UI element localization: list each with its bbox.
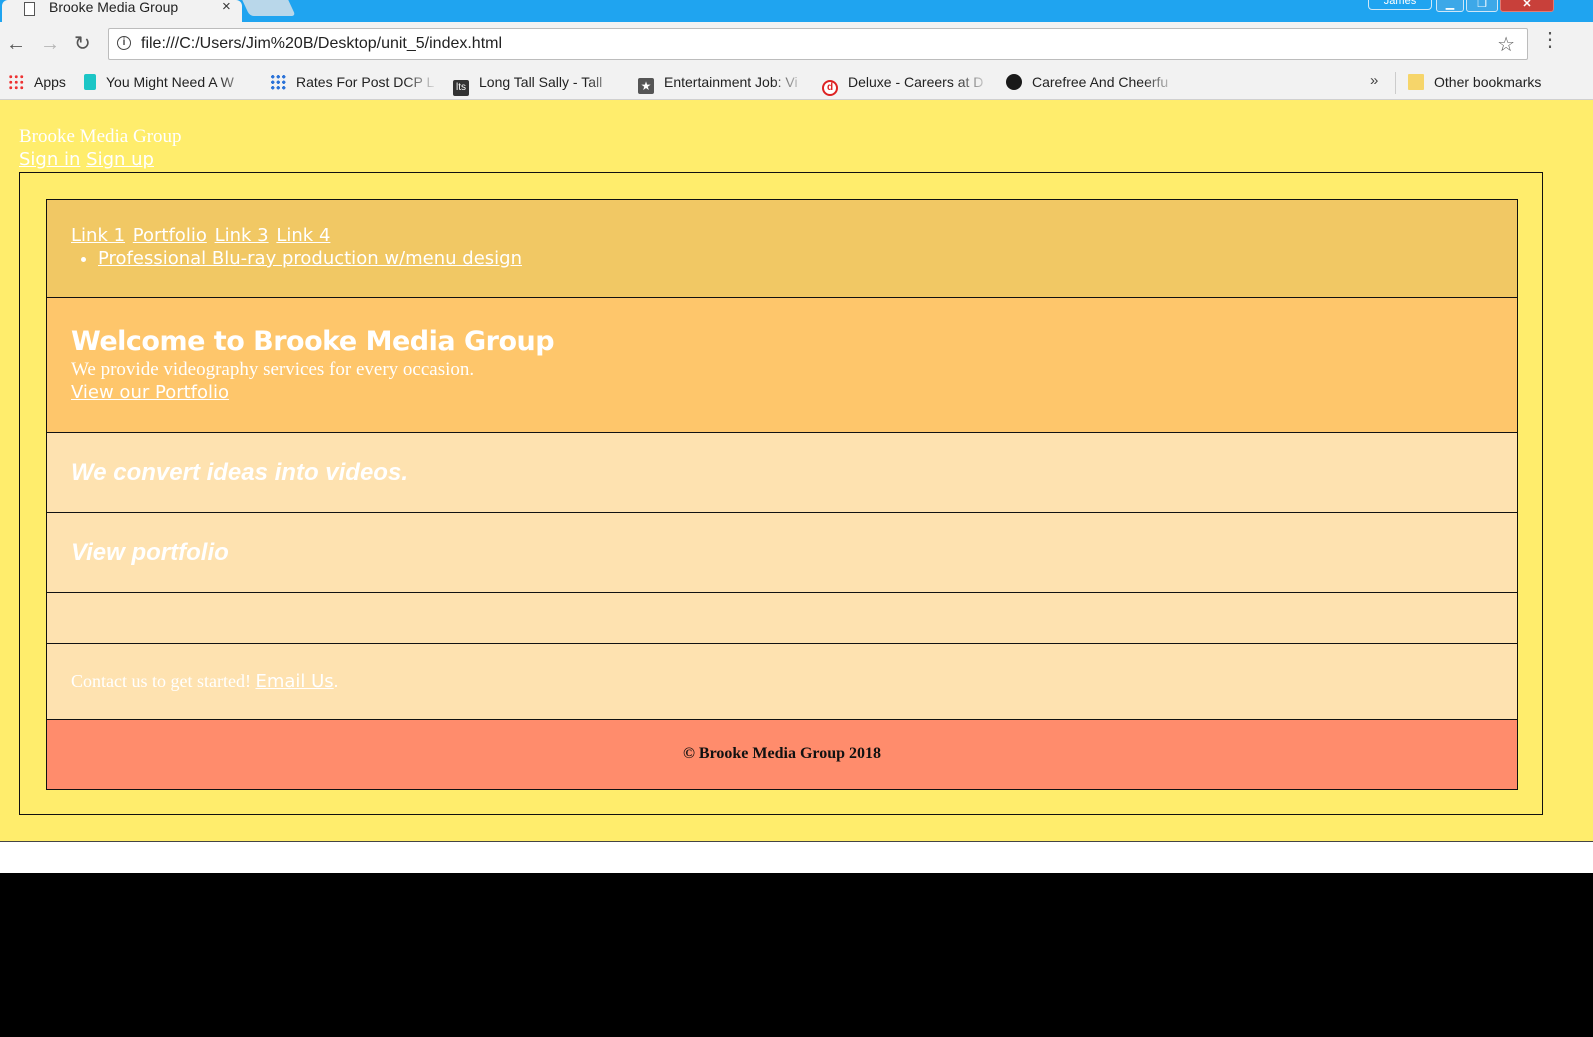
bookmark-item[interactable]: You Might Need A W [84,74,252,90]
footer: © Brooke Media Group 2018 [46,719,1518,790]
bookmarks-divider [1395,72,1396,94]
view-portfolio-link[interactable]: View our Portfolio [71,382,229,404]
contact-text: Contact us to get started! Email Us. [71,671,339,692]
portfolio-section: View portfolio [46,512,1518,593]
reload-icon[interactable]: ↻ [74,34,91,54]
grid-favicon [270,74,286,90]
bookmark-item[interactable]: Carefree And Cheerfu [1006,74,1178,90]
tab-strip: Brooke Media Group × James ▁ ❐ ✕ [0,0,1593,22]
convert-section: We convert ideas into videos. [46,432,1518,513]
lts-favicon: lts [453,80,469,96]
email-us-link[interactable]: Email Us [255,671,333,692]
document-icon [24,2,35,16]
nav-link-1[interactable]: Link 1 [71,225,125,246]
deluxe-favicon: d [822,80,838,96]
tab-close-button[interactable]: × [222,0,231,14]
dark-circle-favicon [1006,74,1022,90]
contact-section: Contact us to get started! Email Us. [46,643,1518,720]
hero-heading: Welcome to Brooke Media Group [71,326,555,357]
browser-tab[interactable]: Brooke Media Group × [2,0,242,22]
nav-link-3[interactable]: Link 3 [215,225,269,246]
address-bar[interactable]: i file:///C:/Users/Jim%20B/Desktop/unit_… [108,28,1528,60]
folder-icon [1408,74,1424,90]
page-bottom-strip [0,842,1593,873]
maximize-button[interactable]: ❐ [1466,0,1498,12]
back-arrow-icon[interactable]: ← [6,34,26,54]
hero-section: Welcome to Brooke Media Group We provide… [46,297,1518,433]
bookmark-item[interactable]: Rates For Post DCP L [270,74,438,90]
nav-links: Link 1 Portfolio Link 3 Link 4 [71,225,332,247]
star-badge-favicon: ★ [638,78,654,94]
bookmark-favicon [84,74,96,90]
page-body: Brooke Media Group Sign in Sign up Link … [0,100,1593,842]
apps-grid-icon [8,74,24,90]
bookmarks-overflow-button[interactable]: » [1370,72,1378,89]
browser-menu-icon[interactable]: ⋮ [1540,30,1560,50]
list-item: Professional Blu-ray production w/menu d… [98,248,522,270]
close-window-button[interactable]: ✕ [1500,0,1554,12]
sign-in-link[interactable]: Sign in [19,149,80,170]
hero-tagline: We provide videography services for ever… [71,359,475,380]
other-bookmarks[interactable]: Other bookmarks [1408,74,1541,90]
info-icon[interactable]: i [117,36,131,50]
nav-link-portfolio[interactable]: Portfolio [133,225,207,246]
empty-section [46,592,1518,644]
forward-arrow-icon[interactable]: → [40,34,60,54]
nav-section: Link 1 Portfolio Link 3 Link 4 Professio… [46,199,1518,298]
bookmark-item[interactable]: lts Long Tall Sally - Tall [453,74,621,96]
new-tab-button[interactable] [242,0,296,16]
minimize-button[interactable]: ▁ [1436,0,1464,12]
sign-up-link[interactable]: Sign up [86,149,154,170]
portfolio-text: View portfolio [71,539,229,566]
tab-title: Brooke Media Group [49,0,179,15]
bookmark-apps[interactable]: Apps [8,74,66,90]
site-title: Brooke Media Group [19,126,182,147]
nav-sublist: Professional Blu-ray production w/menu d… [71,248,522,270]
bookmarks-bar: Apps You Might Need A W Rates For Post D… [0,68,1593,100]
bookmark-star-icon[interactable]: ☆ [1497,32,1515,57]
nav-link-4[interactable]: Link 4 [276,225,330,246]
auth-links: Sign in Sign up [19,149,154,171]
bookmark-item[interactable]: ★ Entertainment Job: Vi [638,74,806,94]
convert-text: We convert ideas into videos. [71,459,408,486]
url-text[interactable]: file:///C:/Users/Jim%20B/Desktop/unit_5/… [141,35,502,53]
blu-ray-link[interactable]: Professional Blu-ray production w/menu d… [98,248,522,269]
copyright-text: © Brooke Media Group 2018 [682,745,882,762]
bookmark-item[interactable]: d Deluxe - Careers at D [822,74,990,96]
main-container: Link 1 Portfolio Link 3 Link 4 Professio… [19,172,1543,815]
browser-toolbar: ← → ↻ i file:///C:/Users/Jim%20B/Desktop… [0,22,1593,68]
profile-button[interactable]: James [1368,0,1432,10]
